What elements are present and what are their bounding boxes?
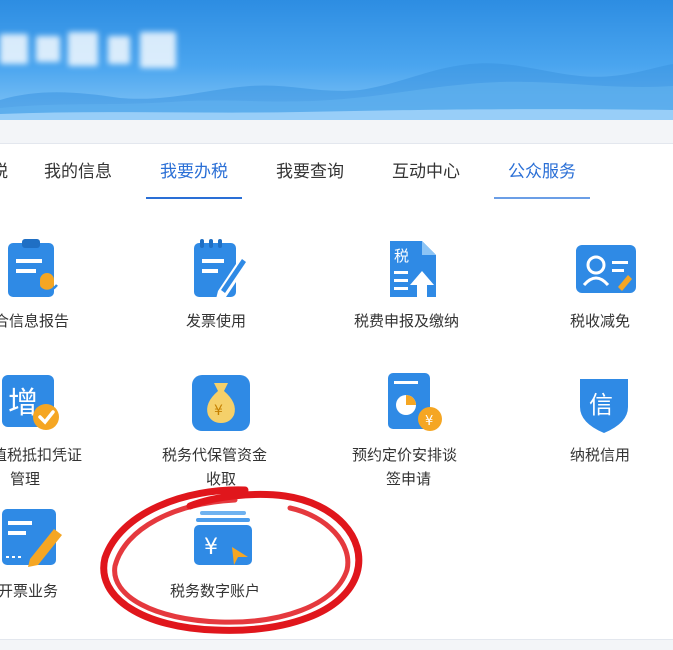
credit-shield-icon: 信 xyxy=(580,379,628,433)
tab-tax-handling[interactable]: 我要办税 xyxy=(146,144,242,200)
invoicing-icon xyxy=(2,509,62,567)
info-report-icon xyxy=(8,239,58,297)
money-bag-icon: ¥ xyxy=(192,375,250,431)
service-label: 税收减免 xyxy=(570,312,631,330)
main-nav-tabs: 税 我的信息 我要办税 我要查询 互动中心 公众服务 xyxy=(0,143,673,200)
tax-declare-icon: 税 xyxy=(390,241,436,297)
service-digital-account[interactable]: ¥ 税务数字账户 xyxy=(166,507,276,607)
service-tax-reduction[interactable]: 税收减免 xyxy=(560,237,660,337)
service-info-report[interactable]: 合信息报告 xyxy=(0,237,110,337)
service-invoicing[interactable]: 开票业务 xyxy=(0,507,110,607)
vat-deduction-icon: 增 xyxy=(2,375,59,430)
tab-my-info[interactable]: 我的信息 xyxy=(44,144,112,199)
mountain-decoration xyxy=(0,63,673,120)
service-label-line2: 管理 xyxy=(10,470,41,488)
service-label-line2: 签申请 xyxy=(386,470,432,488)
service-tax-declare[interactable]: 税 税费申报及缴纳 xyxy=(350,237,480,337)
tab-interaction-center[interactable]: 互动中心 xyxy=(392,144,460,199)
svg-text:¥: ¥ xyxy=(425,414,433,429)
tab-my-query[interactable]: 我要查询 xyxy=(276,144,344,199)
tab-public-service[interactable]: 公众服务 xyxy=(494,144,590,200)
service-label: 合信息报告 xyxy=(0,312,70,330)
service-label: 发票使用 xyxy=(186,312,247,330)
svg-text:信: 信 xyxy=(589,391,613,419)
service-label: 预约定价安排谈 xyxy=(352,446,458,464)
service-vat-deduction[interactable]: 增 值税抵扣凭证 管理 xyxy=(0,371,110,491)
service-tax-fund-custody[interactable]: ¥ 税务代保管资金 收取 xyxy=(160,371,290,491)
service-label: 税费申报及缴纳 xyxy=(354,312,460,330)
digital-account-icon: ¥ xyxy=(194,511,252,565)
tax-reduction-icon xyxy=(576,245,636,293)
service-invoice-use[interactable]: 发票使用 xyxy=(166,237,276,337)
svg-text:¥: ¥ xyxy=(204,535,218,560)
pricing-arrangement-icon: ¥ xyxy=(388,373,442,431)
service-label: 纳税信用 xyxy=(570,446,631,464)
svg-text:税: 税 xyxy=(394,247,409,265)
service-label: 税务代保管资金 xyxy=(162,446,268,464)
service-label: 值税抵扣凭证 xyxy=(0,446,83,464)
svg-text:¥: ¥ xyxy=(214,403,223,419)
service-label: 开票业务 xyxy=(0,582,59,600)
header-banner xyxy=(0,0,673,120)
service-label-line2: 收取 xyxy=(206,470,237,488)
service-pricing-arrangement[interactable]: ¥ 预约定价安排谈 签申请 xyxy=(350,371,480,491)
service-grid: 合信息报告 发票使用 税 税费申报及缴纳 税收减免 增 值税抵扣凭证 管理 ¥ … xyxy=(0,199,673,640)
service-label: 税务数字账户 xyxy=(170,582,261,600)
service-tax-credit[interactable]: 信 纳税信用 xyxy=(560,371,660,471)
tab-partial[interactable]: 税 xyxy=(0,144,8,199)
invoice-icon xyxy=(194,239,250,299)
